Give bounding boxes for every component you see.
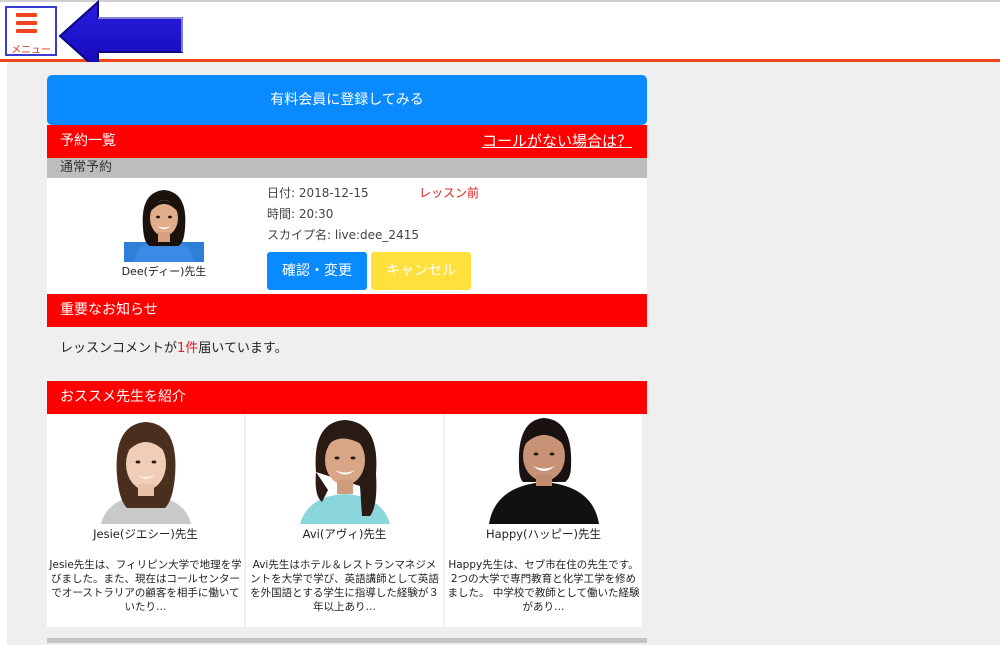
teacher-photo [485,416,603,524]
notice-text-before: レッスンコメントが [60,341,178,356]
teacher-name: Dee(ディー)先生 [121,265,207,278]
lesson-time: 時間: 20:30 [267,207,334,221]
cancel-button[interactable]: キャンセル [371,252,471,290]
reservations-header: 予約一覧 コールがない場合は？ [47,125,647,158]
section-divider [47,638,647,643]
regular-reservation-label: 通常予約 [47,158,647,178]
lesson-status: レッスン前 [419,186,480,200]
teacher-card-desc: Jesie先生は、フィリピン大学で地理を学びました。また、現在はコールセンターで… [49,559,242,613]
menu-button[interactable]: メニュー [5,6,57,56]
register-premium-button[interactable]: 有料会員に登録してみる [47,75,647,125]
teacher-photo [286,416,404,524]
teacher-card-name: Avi(アヴィ)先生 [302,527,387,541]
lesson-date: 日付: 2018-12-15 [267,186,369,200]
reservation-card: Dee(ディー)先生 日付: 2018-12-15 レッスン前 時間: 20:3… [47,178,647,294]
no-call-help-link[interactable]: コールがない場合は？ [482,125,632,158]
notices-title: 重要なお知らせ [60,302,158,318]
recommended-teachers: Jesie(ジエシー)先生 Jesie先生は、フィリピン大学で地理を学びました。… [47,414,642,627]
notice-message: レッスンコメントが1件届いています。 [47,327,647,381]
hamburger-icon [16,13,37,37]
teacher-card-name: Jesie(ジエシー)先生 [93,527,198,541]
skype-name: スカイプ名: live:dee_2415 [267,228,419,242]
notice-text-after: 届いています。 [198,341,288,356]
recommend-header: おススメ先生を紹介 [47,381,647,414]
teacher-avatar [124,184,204,262]
teacher-card-desc: Happy先生は、セブ市在住の先生です。2つの大学で専門教育と化学工学を修めまし… [447,559,640,613]
teacher-card-happy[interactable]: Happy(ハッピー)先生 Happy先生は、セブ市在住の先生です。2つの大学で… [445,414,642,627]
menu-label: メニュー [11,45,51,56]
teacher-card-avi[interactable]: Avi(アヴィ)先生 Avi先生はホテル＆レストランマネジメントを大学で学び、英… [246,414,443,627]
recommend-title: おススメ先生を紹介 [60,389,186,405]
confirm-change-button[interactable]: 確認・変更 [267,252,367,290]
teacher-card-name: Happy(ハッピー)先生 [485,527,602,541]
comment-count-link[interactable]: 1件 [177,341,198,356]
teacher-card-jesie[interactable]: Jesie(ジエシー)先生 Jesie先生は、フィリピン大学で地理を学びました。… [47,414,244,627]
page-body: 有料会員に登録してみる 予約一覧 コールがない場合は？ 通常予約 Dee(ディー… [7,62,1000,645]
notices-header: 重要なお知らせ [47,294,647,327]
teacher-photo [87,416,205,524]
reservations-title: 予約一覧 [60,133,116,149]
teacher-card-desc: Avi先生はホテル＆レストランマネジメントを大学で学び、英語講師として英語を外国… [250,559,439,613]
